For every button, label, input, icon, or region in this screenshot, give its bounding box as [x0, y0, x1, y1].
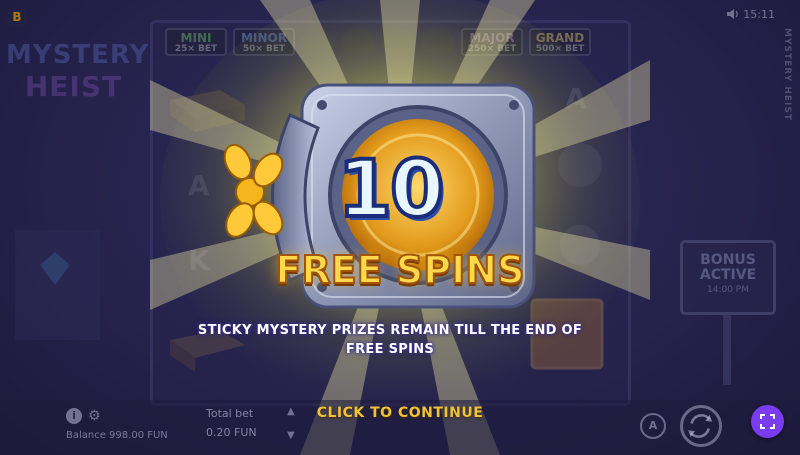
feature-message: STICKY MYSTERY PRIZES REMAIN TILL THE EN…	[160, 322, 620, 360]
feature-message-line-2: FREE SPINS	[345, 341, 435, 357]
total-bet-value: 0.20 FUN	[206, 426, 257, 439]
total-bet-label: Total bet	[206, 407, 254, 420]
fullscreen-button[interactable]	[751, 405, 784, 438]
balance-display: Balance 998.00 FUN	[66, 430, 168, 441]
spin-arrows-icon[interactable]	[680, 405, 722, 447]
click-to-continue-button[interactable]: CLICK TO CONTINUE	[300, 405, 500, 421]
chevron-up-icon[interactable]: ▲	[287, 406, 295, 417]
free-spins-count: 10	[336, 143, 447, 237]
chevron-down-icon[interactable]: ▼	[287, 430, 295, 441]
game-stage[interactable]: B MYSTERY HEIST 15:11 MYSTERY HEIST MINI…	[0, 0, 800, 455]
feature-message-line-1: STICKY MYSTERY PRIZES REMAIN TILL THE EN…	[197, 323, 583, 338]
info-icon[interactable]: i	[66, 408, 82, 424]
autoplay-button[interactable]: A	[640, 413, 666, 439]
free-spins-title: FREE SPINS	[275, 247, 526, 293]
fullscreen-icon	[760, 414, 775, 429]
gear-icon[interactable]: ⚙	[88, 408, 104, 424]
